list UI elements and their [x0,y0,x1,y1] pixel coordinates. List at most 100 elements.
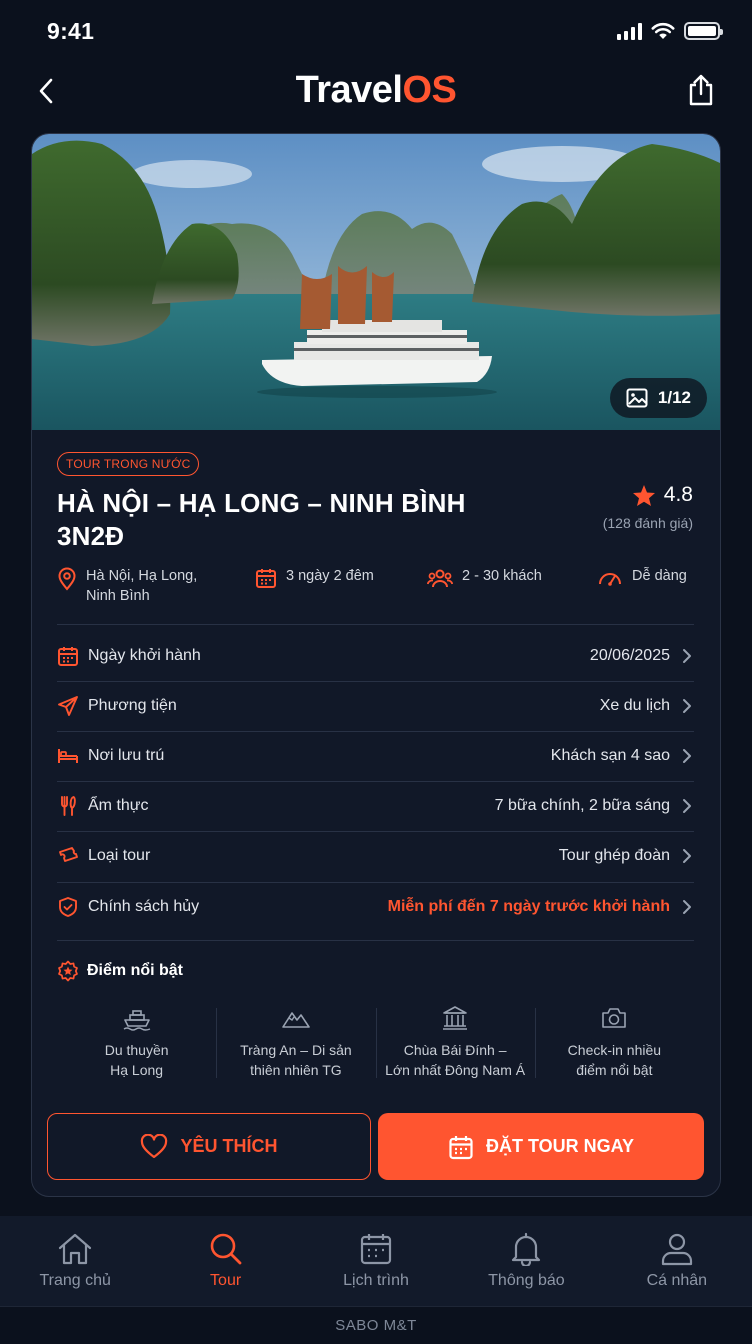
nav-item-schedule[interactable]: Lịch trình [301,1216,451,1306]
detail-value: Khách sạn 4 sao [550,747,670,764]
detail-value: Miễn phí đến 7 ngày trước khởi hành [387,898,670,915]
share-icon [689,74,713,106]
highlights-title-text: Điểm nổi bật [87,962,184,979]
favorite-button[interactable]: YÊU THÍCH [47,1113,371,1180]
highlight-text: điểm nổi bật [576,1062,653,1078]
status-bar: 9:41 [0,0,752,66]
meta-duration-text: 3 ngày 2 đêm [286,568,374,584]
bottom-nav: Trang chủ Tour Lịch trình Thông báo Cá n… [0,1216,752,1306]
book-tour-button[interactable]: ĐẶT TOUR NGAY [378,1113,704,1180]
detail-value: Tour ghép đoàn [558,847,670,864]
bell-icon [512,1232,541,1266]
meta-location: Hà Nội, Hạ Long, Ninh Bình [57,566,197,606]
divider [57,624,694,625]
nav-label: Tour [210,1272,242,1289]
share-button[interactable] [684,71,718,109]
nav-label: Thông báo [488,1272,565,1289]
detail-row-departure-date[interactable]: Ngày khởi hành 20/06/2025 [57,631,694,681]
home-icon [59,1233,92,1265]
calendar-icon [449,1135,473,1159]
chevron-right-icon [683,799,691,813]
nav-label: Lịch trình [343,1272,409,1289]
star-badge-icon [58,960,78,982]
detail-row-transport[interactable]: Phương tiện Xe du lịch [57,681,694,731]
meta-group-size: 2 - 30 khách [427,566,542,589]
tour-category-badge: TOUR TRONG NƯỚC [57,452,200,476]
plane-icon [58,696,78,716]
footer-brand: SABO M&T [0,1306,752,1344]
wifi-icon [651,22,675,39]
book-tour-button-label: ĐẶT TOUR NGAY [485,1136,635,1156]
detail-row-cancellation-policy[interactable]: Chính sách hủy Miễn phí đến 7 ngày trước… [57,882,694,932]
calendar-icon [256,569,276,588]
temple-icon [443,1006,468,1030]
star-icon [632,484,655,506]
detail-value: Xe du lịch [599,697,670,714]
highlights-list: Du thuyền Hạ Long Tràng An – Di sản thiên … [57,1004,694,1080]
detail-row-accommodation[interactable]: Nơi lưu trú Khách sạn 4 sao [57,731,694,781]
rating-block[interactable]: 4.8 (128 đánh giá) [603,483,693,531]
calendar-icon [360,1234,392,1265]
nav-item-home[interactable]: Trang chủ [0,1216,150,1306]
photo-counter-text: 1/12 [657,388,691,407]
meta-location-line2: Ninh Bình [86,588,150,604]
meta-location-line1: Hà Nội, Hạ Long, [86,568,198,584]
highlights-title: Điểm nổi bật [57,960,183,982]
chevron-right-icon [683,649,691,663]
boat-icon [123,1010,150,1031]
rating-count: (128 đánh giá) [602,515,693,531]
divider [57,940,694,941]
detail-label: Loại tour [88,847,151,864]
detail-row-tour-type[interactable]: Loại tour Tour ghép đoàn [57,831,694,881]
highlight-item: Du thuyền Hạ Long [57,1004,216,1080]
detail-label: Nơi lưu trú [88,747,165,764]
speedometer-icon [599,573,621,586]
meta-difficulty: Dễ dàng [597,566,687,589]
highlight-item: Chùa Bái Đính – Lớn nhất Đông Nam Á [375,1004,535,1080]
chevron-right-icon [683,749,691,763]
highlight-text: thiên nhiên TG [250,1062,342,1078]
tour-meta-row: Hà Nội, Hạ Long, Ninh Bình 3 ngày 2 đêm … [57,566,697,608]
rating-value: 4.8 [663,483,693,506]
user-icon [661,1233,692,1266]
battery-icon [684,22,723,40]
highlight-item: Check-in nhiều điểm nổi bật [534,1004,694,1080]
detail-label: Ngày khởi hành [88,647,201,664]
tour-card: 1/12 TOUR TRONG NƯỚC HÀ NỘI – HẠ LONG – … [31,133,721,1197]
photo-counter[interactable]: 1/12 [609,378,707,418]
nav-label: Trang chủ [39,1272,111,1289]
logo-text-primary: Travel [295,69,403,111]
tour-title: HÀ NỘI – HẠ LONG – NINH BÌNH 3N2Đ [57,487,527,553]
search-icon [210,1233,242,1265]
highlight-text: Tràng An – Di sản [240,1042,352,1058]
highlight-text: Lớn nhất Đông Nam Á [385,1062,526,1078]
detail-row-cuisine[interactable]: Ẩm thực 7 bữa chính, 2 bữa sáng [57,781,694,831]
status-icons [617,22,723,40]
heart-icon [141,1134,168,1159]
hero-image[interactable]: 1/12 [32,134,720,430]
status-time: 9:41 [47,18,95,44]
detail-value: 7 bữa chính, 2 bữa sáng [494,797,670,814]
detail-label: Chính sách hủy [88,898,200,915]
shield-icon [59,897,77,917]
location-pin-icon [58,567,76,591]
highlight-text: Chùa Bái Đính – [403,1042,507,1058]
tour-title-line2: 3N2Đ [57,521,125,551]
logo-text-accent: OS [402,69,457,111]
app-logo: TravelOS [0,69,752,112]
app-header: TravelOS [0,66,752,116]
nav-item-notifications[interactable]: Thông báo [451,1216,601,1306]
chevron-right-icon [683,849,691,863]
detail-value: 20/06/2025 [589,647,670,664]
highlight-text: Check-in nhiều [567,1042,662,1058]
favorite-button-label: YÊU THÍCH [180,1136,278,1156]
nav-label: Cá nhân [646,1272,708,1289]
nav-item-profile[interactable]: Cá nhân [602,1216,752,1306]
detail-label: Ẩm thực [88,797,149,814]
cutlery-icon [61,795,76,816]
tour-title-line1: HÀ NỘI – HẠ LONG – NINH BÌNH [57,488,466,518]
nav-item-tour[interactable]: Tour [150,1216,300,1306]
highlight-text: Hạ Long [110,1062,164,1078]
calendar-icon [58,647,78,666]
detail-label: Phương tiện [88,697,177,714]
